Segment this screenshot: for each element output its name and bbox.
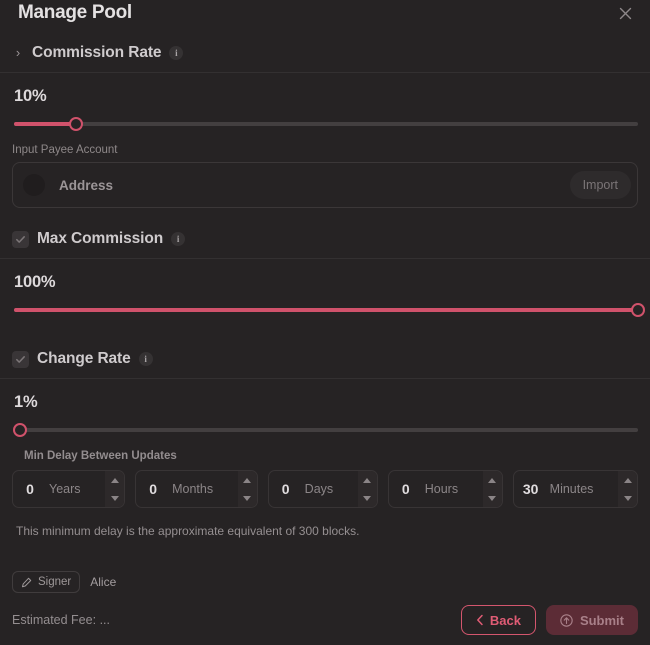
duration-months-value[interactable]: 0 xyxy=(136,471,170,507)
duration-days-stepper[interactable] xyxy=(357,471,377,507)
commission-rate-slider[interactable] xyxy=(14,112,638,138)
avatar xyxy=(23,174,45,196)
chevron-left-icon xyxy=(476,614,484,626)
stepper-up-icon[interactable] xyxy=(618,471,637,489)
duration-months[interactable]: 0 Months xyxy=(135,470,258,508)
modal-body: › Commission Rate i 10% Input Payee Acco… xyxy=(0,36,650,565)
duration-hours-value[interactable]: 0 xyxy=(389,471,423,507)
section-title-change-rate: Change Rate xyxy=(37,350,131,367)
signer-button[interactable]: Signer xyxy=(12,571,81,593)
fee-row: Estimated Fee: ... Back Submit xyxy=(12,603,638,637)
change-rate-checkbox[interactable] xyxy=(12,350,29,368)
duration-minutes[interactable]: 30 Minutes xyxy=(512,470,639,508)
edit-pencil-icon xyxy=(21,577,32,588)
section-header-max-commission[interactable]: Max Commission i xyxy=(0,222,650,259)
signer-row: Signer Alice xyxy=(12,565,638,603)
section-header-commission-rate[interactable]: › Commission Rate i xyxy=(0,36,650,73)
submit-button-label: Submit xyxy=(579,612,624,628)
info-icon[interactable]: i xyxy=(171,232,186,246)
commission-rate-value: 10% xyxy=(14,87,47,105)
signer-name: Alice xyxy=(90,575,117,589)
duration-days[interactable]: 0 Days xyxy=(267,470,378,508)
estimated-fee-value: ... xyxy=(99,613,110,627)
section-title-max-commission: Max Commission xyxy=(37,230,164,247)
slider-fill xyxy=(14,122,77,126)
page-title: Manage Pool xyxy=(18,2,132,23)
payee-address-field[interactable]: Address Import xyxy=(12,162,638,208)
slider-track xyxy=(14,428,638,432)
address-input[interactable]: Address xyxy=(45,178,570,193)
estimated-fee-label: Estimated Fee: xyxy=(12,613,97,627)
stepper-down-icon[interactable] xyxy=(105,489,124,507)
max-commission-value: 100% xyxy=(14,273,56,291)
duration-hours[interactable]: 0 Hours xyxy=(387,470,503,508)
section-title-commission-rate: Commission Rate xyxy=(32,44,162,61)
stepper-up-icon[interactable] xyxy=(238,471,257,489)
duration-hours-stepper[interactable] xyxy=(482,471,502,507)
modal-header: Manage Pool xyxy=(0,0,650,36)
slider-track xyxy=(14,122,638,126)
close-icon[interactable] xyxy=(612,0,638,26)
duration-days-value[interactable]: 0 xyxy=(269,471,303,507)
info-icon[interactable]: i xyxy=(138,352,153,366)
slider-thumb[interactable] xyxy=(69,117,84,131)
stepper-down-icon[interactable] xyxy=(238,489,257,507)
stepper-up-icon[interactable] xyxy=(105,471,124,489)
min-delay-inputs: 0 Years 0 Months 0 Days 0 Hours 30 Minut… xyxy=(0,462,650,508)
duration-minutes-unit: Minutes xyxy=(549,482,594,496)
stepper-up-icon[interactable] xyxy=(358,471,377,489)
duration-minutes-value[interactable]: 30 xyxy=(514,471,548,507)
change-rate-slider[interactable] xyxy=(13,418,638,444)
duration-months-unit: Months xyxy=(172,482,214,496)
duration-minutes-stepper[interactable] xyxy=(618,471,638,507)
max-commission-slider[interactable] xyxy=(14,298,645,324)
arrow-up-circle-icon xyxy=(560,613,573,627)
estimated-fee: Estimated Fee: ... xyxy=(12,613,110,627)
import-button[interactable]: Import xyxy=(569,171,631,199)
payee-account-label: Input Payee Account xyxy=(12,144,118,156)
stepper-down-icon[interactable] xyxy=(358,489,377,507)
slider-thumb[interactable] xyxy=(631,303,645,317)
duration-months-stepper[interactable] xyxy=(237,471,257,507)
slider-thumb[interactable] xyxy=(13,423,28,437)
duration-years-unit: Years xyxy=(49,482,81,496)
change-rate-value: 1% xyxy=(14,393,38,411)
stepper-down-icon[interactable] xyxy=(483,489,502,507)
manage-pool-modal: Manage Pool › Commission Rate i 10% Inpu… xyxy=(0,0,650,645)
info-icon[interactable]: i xyxy=(169,46,184,60)
submit-button[interactable]: Submit xyxy=(545,605,638,635)
signer-button-label: Signer xyxy=(38,576,72,588)
duration-years-stepper[interactable] xyxy=(105,471,125,507)
min-delay-note: This minimum delay is the approximate eq… xyxy=(16,524,360,538)
stepper-down-icon[interactable] xyxy=(618,489,637,507)
modal-footer: Signer Alice Estimated Fee: ... Back Sub… xyxy=(0,565,650,645)
max-commission-checkbox[interactable] xyxy=(12,230,29,248)
back-button-label: Back xyxy=(489,612,521,628)
stepper-up-icon[interactable] xyxy=(483,471,502,489)
section-header-change-rate[interactable]: Change Rate i xyxy=(0,342,650,379)
duration-hours-unit: Hours xyxy=(424,482,459,496)
min-delay-label: Min Delay Between Updates xyxy=(24,450,177,462)
duration-years-value[interactable]: 0 xyxy=(13,471,47,507)
duration-years[interactable]: 0 Years xyxy=(12,470,126,508)
back-button[interactable]: Back xyxy=(460,605,536,635)
footer-actions: Back Submit xyxy=(460,605,638,635)
chevron-right-icon: › xyxy=(15,45,21,60)
slider-fill xyxy=(14,308,638,312)
duration-days-unit: Days xyxy=(304,482,334,496)
